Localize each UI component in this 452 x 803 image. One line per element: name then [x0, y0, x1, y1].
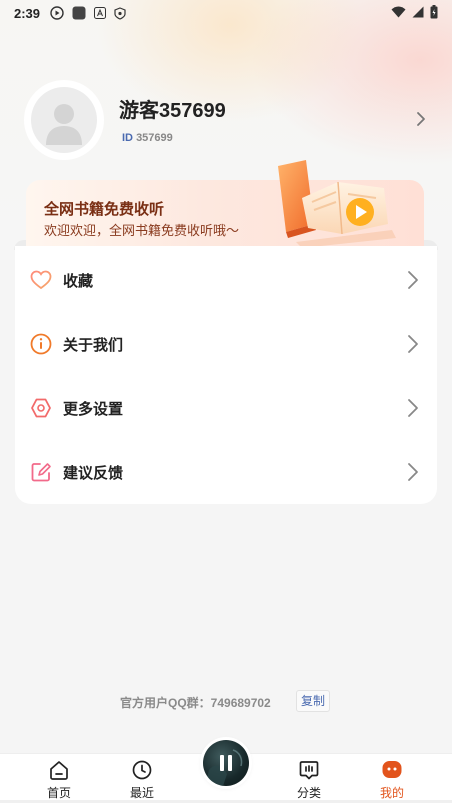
menu-label-feedback: 建议反馈 — [63, 464, 124, 482]
user-id: ID 357699 — [122, 132, 173, 144]
pause-icon — [220, 755, 232, 771]
chevron-right-icon — [408, 463, 418, 481]
status-bar: 2:39 — [0, 0, 452, 26]
books-illustration-icon — [278, 160, 396, 248]
default-avatar-icon — [31, 87, 97, 153]
settings-hexagon-icon — [31, 398, 51, 418]
username: 游客357699 — [119, 100, 226, 122]
tab-mine[interactable]: 我的 — [362, 760, 422, 803]
user-id-label: ID — [122, 132, 133, 144]
menu-item-feedback[interactable]: 建议反馈 — [15, 440, 437, 504]
tab-home-label: 首页 — [46, 786, 71, 800]
shield-notification-icon — [114, 6, 126, 20]
banner-title: 全网书籍免费收听 — [44, 201, 165, 218]
chevron-right-icon — [408, 271, 418, 289]
play-notification-icon — [50, 6, 64, 20]
tab-mine-label: 我的 — [379, 786, 404, 800]
chevron-right-icon — [408, 399, 418, 417]
home-icon — [50, 761, 68, 780]
status-time: 2:39 — [14, 5, 41, 21]
profile-header[interactable]: 游客357699 ID 357699 — [24, 80, 434, 160]
menu-label-settings: 更多设置 — [63, 400, 124, 418]
avatar[interactable] — [24, 80, 104, 160]
qq-group-text: 官方用户QQ群：749689702 — [120, 696, 271, 710]
wifi-icon — [391, 6, 406, 21]
clock-icon — [132, 760, 152, 780]
tab-home[interactable]: 首页 — [29, 760, 89, 803]
signal-icon — [412, 6, 424, 21]
promo-banner[interactable]: 全网书籍免费收听 欢迎欢迎，全网书籍免费收听哦～ — [26, 160, 424, 248]
now-playing-button[interactable] — [203, 740, 249, 786]
category-icon — [299, 761, 319, 780]
info-icon — [30, 333, 52, 355]
banner-subtitle: 欢迎欢迎，全网书籍免费收听哦～ — [44, 223, 240, 238]
edit-icon — [31, 463, 51, 482]
menu-label-about: 关于我们 — [63, 336, 124, 354]
menu-label-favorites: 收藏 — [63, 272, 94, 290]
tab-recent[interactable]: 最近 — [112, 760, 172, 803]
menu-item-favorites[interactable]: 收藏 — [15, 248, 437, 312]
profile-chevron-icon — [417, 112, 425, 126]
tab-recent-label: 最近 — [129, 786, 154, 800]
font-notification-icon — [94, 7, 107, 19]
profile-icon — [382, 761, 402, 778]
menu-item-about[interactable]: 关于我们 — [15, 312, 437, 376]
chevron-right-icon — [408, 335, 418, 353]
heart-icon — [30, 270, 52, 290]
app-notification-icon — [72, 6, 86, 20]
tab-category-label: 分类 — [296, 786, 321, 800]
user-id-value: 357699 — [136, 132, 173, 144]
menu-card: 收藏 关于我们 更多设置 建议反馈 — [15, 246, 437, 504]
copy-button[interactable]: 复制 — [296, 690, 330, 712]
battery-icon — [430, 4, 438, 22]
tab-category[interactable]: 分类 — [279, 760, 339, 803]
menu-item-settings[interactable]: 更多设置 — [15, 376, 437, 440]
